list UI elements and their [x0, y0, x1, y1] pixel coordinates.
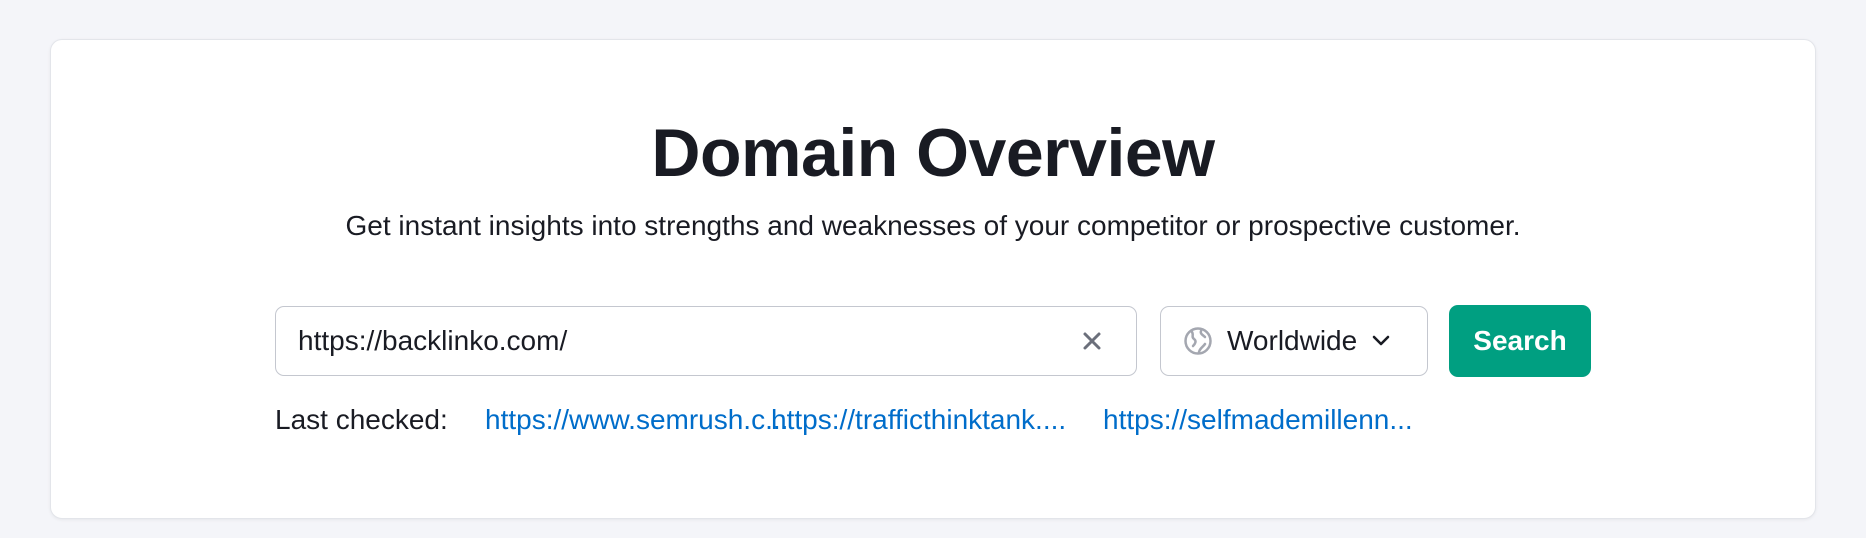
last-checked-link-trafficthinktank[interactable]: https://trafficthinktank.... [771, 404, 1066, 436]
page-subtitle: Get instant insights into strengths and … [345, 210, 1521, 241]
domain-overview-card: Domain Overview Get instant insights int… [50, 39, 1816, 519]
search-button[interactable]: Search [1449, 305, 1591, 377]
region-select[interactable]: Worldwide [1160, 306, 1428, 376]
last-checked-link-semrush[interactable]: https://www.semrush.c... [485, 404, 788, 436]
region-select-label: Worldwide [1227, 325, 1358, 356]
last-checked-row: Last checked: https://www.semrush.c... h… [275, 404, 1413, 436]
domain-search-input[interactable]: https://backlinko.com/ [275, 306, 1137, 376]
page-title: Domain Overview [651, 115, 1215, 191]
domain-search-value[interactable]: https://backlinko.com/ [298, 325, 1070, 357]
last-checked-link-selfmademillennials[interactable]: https://selfmademillenn... [1103, 404, 1413, 436]
chevron-down-icon [1369, 329, 1393, 353]
close-icon[interactable] [1070, 319, 1114, 363]
globe-icon [1183, 326, 1213, 356]
last-checked-label: Last checked: [275, 404, 448, 435]
